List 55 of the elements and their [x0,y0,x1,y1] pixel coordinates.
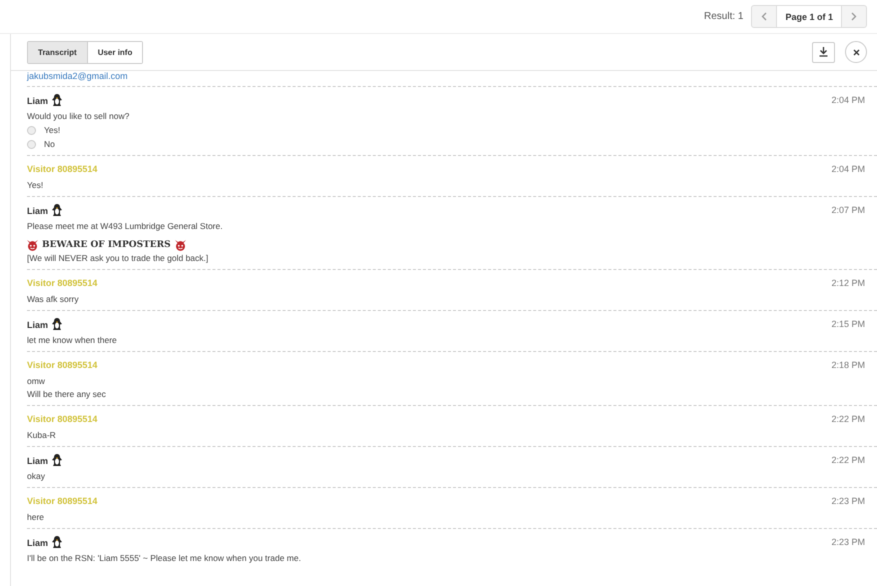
message-text: here [27,511,46,524]
author-name: Visitor 80895514 [27,414,98,424]
author-name: Liam [27,96,48,106]
message-time: 2:23 PM [831,536,866,546]
message-text: Kuba-R [27,429,57,442]
author-name: Liam [27,456,48,466]
message-time: 2:04 PM [831,94,866,104]
chevron-right-icon [851,12,857,21]
message-text: Will be there any sec [27,388,107,401]
radio-button[interactable] [27,140,36,148]
message-text: Please meet me at W493 Lumbridge General Store. [27,220,224,233]
download-icon [819,47,828,57]
option-label: Yes! [44,124,60,137]
page-indicator: Page 1 of 1 [776,6,842,27]
penguin-icon [52,204,62,216]
user-email: jakubsmida2@gmail.com [27,71,129,83]
penguin-icon [52,454,62,466]
message-text: let me know when there [27,334,118,347]
message-time: 2:22 PM [831,414,866,424]
author-name: Visitor 80895514 [27,360,98,370]
message-time: 2:15 PM [831,318,866,328]
author-name: Liam [27,206,48,216]
message-time: 2:04 PM [831,164,866,174]
message-text: Was afk sorry [27,293,80,306]
message-text: Yes! [27,179,44,192]
tab[interactable]: Transcript [28,42,87,62]
penguin-icon [52,318,62,330]
message-time: 2:18 PM [831,360,866,370]
penguin-icon [52,536,62,548]
penguin-icon [52,94,62,106]
author-name: Liam [27,320,48,330]
message-time: 2:22 PM [831,454,866,464]
message-text: Would you like to sell now? [27,110,130,123]
message-text: okay [27,470,46,483]
author-name: Liam [27,538,48,548]
tab[interactable]: User info [86,42,142,62]
author-name: Visitor 80895514 [27,496,98,506]
close-icon [852,48,860,56]
devil-face-icon [27,240,38,251]
radio-button[interactable] [27,126,36,134]
chevron-left-icon [761,12,768,21]
message-text: I'll be on the RSN: 'Liam 5555' ~ Please let me know when you trade me. [27,552,302,565]
author-name: Visitor 80895514 [27,164,98,174]
message-time: 2:07 PM [831,204,866,214]
result-count: Result: 1 [704,11,744,22]
devil-face-icon [174,240,186,251]
message-time: 2:12 PM [831,278,866,288]
author-name: Visitor 80895514 [27,278,98,288]
close-button[interactable] [845,41,867,63]
message-text: omw [27,375,46,388]
warning-note: [We will NEVER ask you to trade the gold back.] [27,252,210,265]
download-button[interactable] [812,42,835,62]
warning-title: BEWARE OF IMPOSTERS [42,239,171,252]
option-label: No [44,138,55,151]
message-time: 2:23 PM [831,496,866,506]
